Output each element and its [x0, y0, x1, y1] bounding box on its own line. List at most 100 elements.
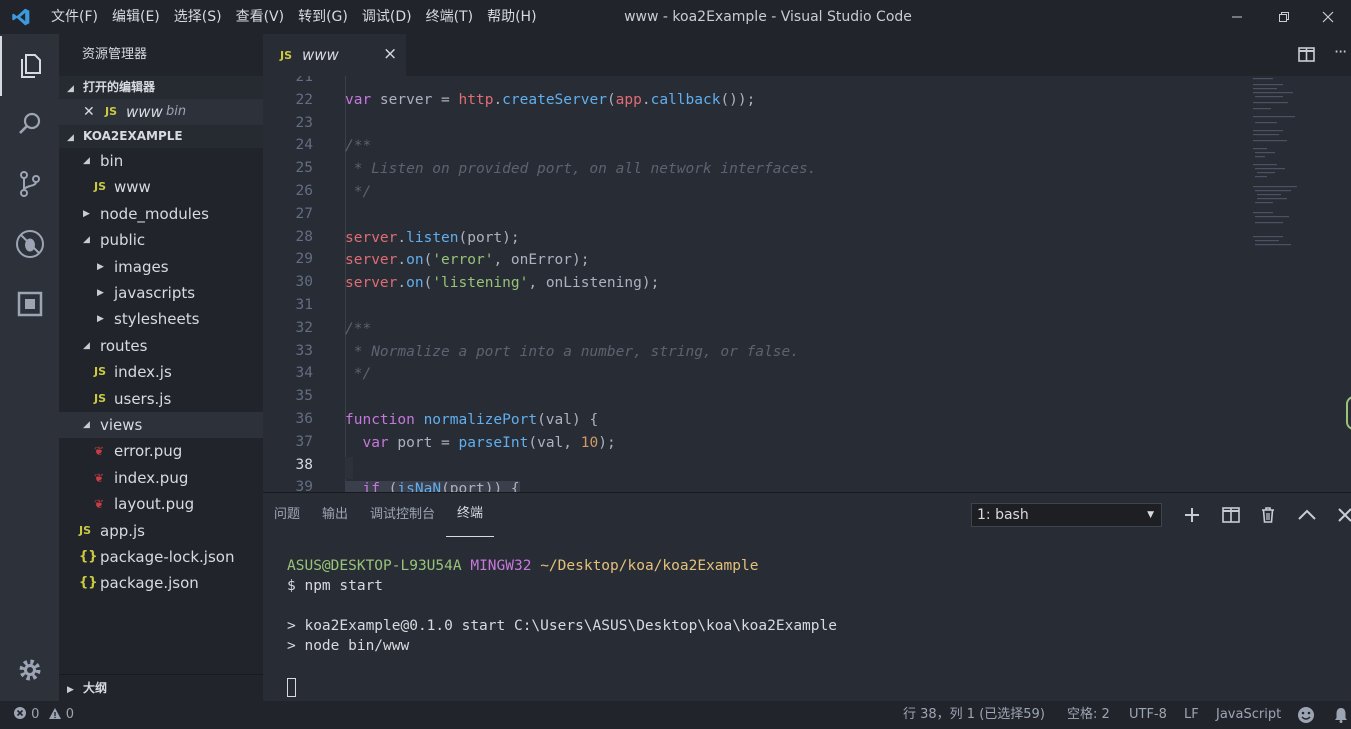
menu-go[interactable]: 转到(G)	[291, 0, 355, 34]
tree-item-index-pug[interactable]: ❦ index.pug	[59, 465, 263, 491]
tree-item-label: error.pug	[114, 442, 183, 461]
menu-view[interactable]: 查看(V)	[229, 0, 292, 34]
restore-button[interactable]	[1261, 0, 1307, 34]
menu-debug[interactable]: 调试(D)	[355, 0, 419, 34]
tab-debug-console[interactable]: 调试控制台	[359, 493, 446, 537]
smiley-icon	[1298, 707, 1314, 723]
manage-activity[interactable]	[0, 640, 59, 700]
tree-item-routes[interactable]: ◢ routes	[59, 333, 263, 359]
tab-www[interactable]: JS www ×	[263, 34, 406, 76]
code-line-36: function normalizePort(val) {	[345, 412, 599, 428]
line-number: 29	[295, 251, 313, 268]
code-line-30: server.on('listening', onListening);	[345, 275, 660, 291]
split-editor-icon[interactable]	[1298, 47, 1315, 62]
tree-item-label: www	[114, 178, 151, 197]
tree-item-javascripts[interactable]: ▶ javascripts	[59, 280, 263, 306]
status-bar: 0 0 行 38，列 1 (已选择59) 空格: 2 UTF-8 LF Java…	[0, 701, 1351, 729]
new-terminal-button[interactable]	[1180, 503, 1204, 527]
debug-activity[interactable]	[0, 214, 59, 274]
tree-item-label: views	[100, 416, 143, 434]
chevron-down-icon: ▼	[1147, 510, 1154, 520]
tab-close-icon[interactable]: ×	[383, 44, 397, 64]
notifications-button[interactable]	[1333, 707, 1349, 723]
chevron-down-icon: ◢	[67, 84, 74, 94]
extensions-activity[interactable]	[0, 274, 59, 334]
tree-item-users-js[interactable]: JS users.js	[59, 386, 263, 412]
maximize-panel-button[interactable]	[1295, 503, 1319, 527]
tree-item-public[interactable]: ◢ public	[59, 227, 263, 253]
outline-header[interactable]: ▶ 大纲	[59, 674, 263, 701]
scroll-indicator	[1346, 396, 1351, 430]
gear-icon	[19, 659, 40, 681]
cursor-position[interactable]: 行 38，列 1 (已选择59)	[903, 701, 1045, 729]
menu-terminal[interactable]: 终端(T)	[419, 0, 480, 34]
feedback-button[interactable]	[1297, 706, 1315, 724]
tree-item-label: package.json	[100, 574, 199, 593]
menu-file[interactable]: 文件(F)	[44, 0, 105, 34]
tab-terminal[interactable]: 终端	[446, 493, 495, 537]
close-panel-button[interactable]	[1333, 503, 1351, 527]
search-activity[interactable]	[0, 94, 59, 154]
kill-terminal-button[interactable]	[1256, 503, 1280, 527]
project-header[interactable]: ◢ KOA2EXAMPLE	[59, 125, 263, 148]
terminal-output-1: > koa2Example@0.1.0 start C:\Users\ASUS\…	[287, 618, 837, 634]
js-file-icon: JS	[94, 180, 107, 194]
line-ending[interactable]: LF	[1184, 701, 1199, 729]
code-editor[interactable]: 21 22 23 24 25 26 27 28 29 30 31 32 33 34 35 36 37 38 39 v…	[263, 76, 1351, 492]
tree-item-layout-pug[interactable]: ❦ layout.pug	[59, 491, 263, 517]
menu-help[interactable]: 帮助(H)	[480, 0, 543, 34]
js-file-icon: JS	[79, 523, 92, 537]
indentation[interactable]: 空格: 2	[1067, 701, 1110, 729]
menu-edit[interactable]: 编辑(E)	[105, 0, 167, 34]
tab-label: www	[302, 46, 339, 64]
tree-item-label: node_modules	[100, 204, 209, 223]
open-editor-item[interactable]: ✕ JS www bin	[59, 99, 263, 125]
tree-item-www[interactable]: JS www	[59, 174, 263, 200]
chevron-right-icon: ▶	[97, 288, 104, 298]
close-icon	[1322, 11, 1334, 23]
outline-label: 大纲	[83, 681, 108, 695]
js-file-icon: JS	[94, 391, 107, 405]
tree-item-package-lock-json[interactable]: {} package-lock.json	[59, 544, 263, 570]
tree-item-label: package-lock.json	[100, 548, 235, 566]
project-label: KOA2EXAMPLE	[83, 129, 183, 143]
explorer-sidebar: 资源管理器 ◢ 打开的编辑器 ✕ JS www bin ◢ KOA2EXAMPLE …	[59, 34, 263, 701]
line-number: 23	[295, 114, 313, 131]
problems-indicator[interactable]: 0 0	[13, 701, 74, 729]
tree-item-views[interactable]: ◢ views	[59, 412, 263, 438]
open-editors-header[interactable]: ◢ 打开的编辑器	[59, 76, 263, 99]
tree-item-error-pug[interactable]: ❦ error.pug	[59, 438, 263, 464]
minimize-button[interactable]	[1214, 0, 1260, 34]
chevron-right-icon: ▶	[97, 261, 104, 272]
language-mode[interactable]: JavaScript	[1216, 701, 1281, 729]
tab-output[interactable]: 输出	[311, 493, 359, 537]
explorer-activity[interactable]	[0, 36, 59, 96]
tree-item-package-json[interactable]: {} package.json	[59, 570, 263, 596]
terminal-cursor[interactable]	[287, 678, 296, 697]
json-file-icon: {}	[79, 549, 98, 564]
encoding[interactable]: UTF-8	[1129, 701, 1167, 729]
vscode-logo-icon	[12, 8, 30, 26]
title-bar: 文件(F) 编辑(E) 选择(S) 查看(V) 转到(G) 调试(D) 终端(T…	[0, 0, 1351, 34]
chevron-down-icon: ◢	[83, 156, 90, 166]
sidebar-title: 资源管理器	[82, 47, 148, 62]
tab-problems[interactable]: 问题	[263, 493, 311, 537]
minimap[interactable]	[1251, 76, 1311, 256]
code-line-25: * Listen on provided port, on all networ…	[345, 161, 817, 177]
source-control-activity[interactable]	[0, 154, 59, 214]
tree-item-bin[interactable]: ◢ bin	[59, 148, 263, 174]
split-terminal-button[interactable]	[1219, 503, 1243, 527]
plus-icon	[1185, 508, 1199, 522]
extensions-icon	[17, 291, 42, 317]
terminal-select[interactable]: 1: bash ▼	[971, 503, 1162, 527]
close-window-button[interactable]	[1305, 0, 1351, 34]
tree-item-node-modules[interactable]: ▶ node_modules	[59, 201, 263, 227]
tree-item-images[interactable]: ▶ images	[59, 254, 263, 280]
tree-item-app-js[interactable]: JS app.js	[59, 518, 263, 544]
tree-item-stylesheets[interactable]: ▶ stylesheets	[59, 306, 263, 332]
open-editors-label: 打开的编辑器	[83, 80, 156, 94]
more-actions-icon[interactable]: ···	[1334, 42, 1347, 61]
tree-item-index-js[interactable]: JS index.js	[59, 359, 263, 385]
close-editor-icon[interactable]: ✕	[83, 99, 95, 125]
menu-selection[interactable]: 选择(S)	[167, 0, 229, 34]
